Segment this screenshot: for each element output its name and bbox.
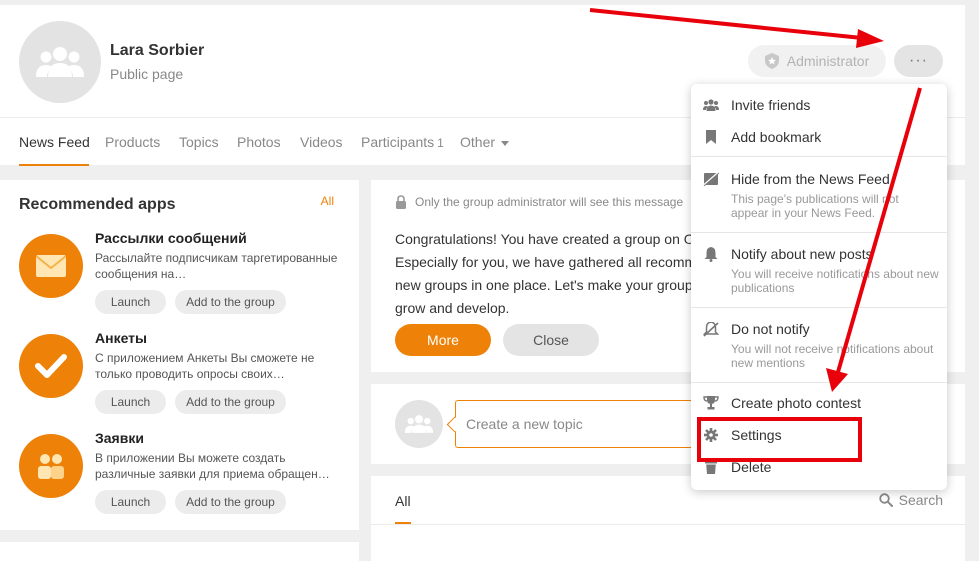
- annotation-arrows: [589, 8, 922, 392]
- arrow-to-more-button: [589, 8, 884, 48]
- arrow-to-settings: [826, 87, 922, 392]
